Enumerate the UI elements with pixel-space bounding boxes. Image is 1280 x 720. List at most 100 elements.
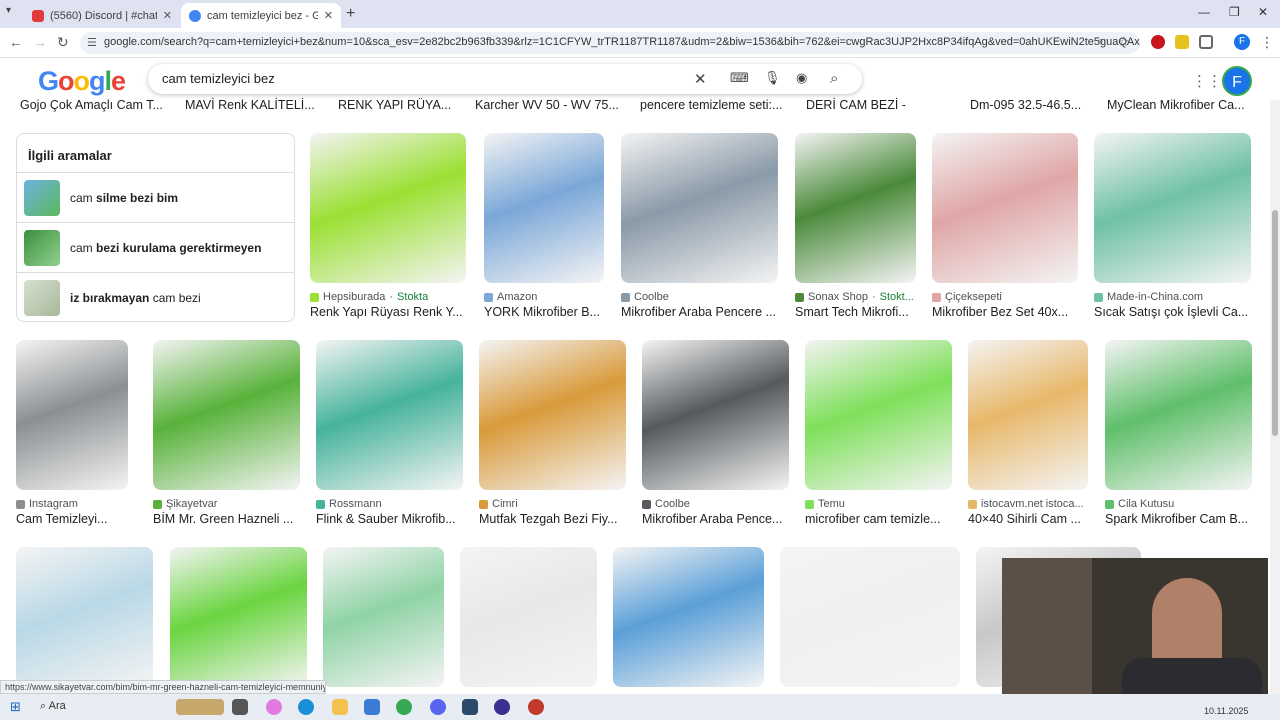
result-thumbnail[interactable] (805, 340, 952, 490)
result-title[interactable]: microfiber cam temizle... (805, 512, 940, 526)
windows-start-icon[interactable]: ⊞ (10, 699, 21, 715)
tab-google-search[interactable]: cam temizleyici bez - Google'da ✕ (181, 3, 341, 28)
result-source[interactable]: Made-in-China.com (1094, 291, 1203, 303)
result-title[interactable]: Mikrofiber Bez Set 40x... (932, 305, 1068, 319)
result-source[interactable]: Instagram (16, 498, 78, 510)
result-title[interactable]: 40×40 Sihirli Cam ... (968, 512, 1081, 526)
obs-icon[interactable] (494, 699, 510, 715)
result-thumbnail[interactable] (780, 547, 960, 687)
result-title[interactable]: Flink & Sauber Mikrofib... (316, 512, 456, 526)
result-thumbnail[interactable] (932, 133, 1078, 283)
copilot-icon[interactable] (266, 699, 282, 715)
result-title[interactable]: BİM Mr. Green Hazneli ... (153, 512, 293, 526)
result-thumbnail[interactable] (316, 340, 463, 490)
file-explorer-icon[interactable] (332, 699, 348, 715)
lens-camera-icon[interactable]: ◉ (796, 70, 807, 86)
result-title[interactable]: Sıcak Satışı çok İşlevli Ca... (1094, 305, 1248, 319)
image-title[interactable]: Dm-095 32.5-46.5... (970, 98, 1081, 112)
image-title[interactable]: DERİ CAM BEZİ - (806, 98, 906, 112)
extensions-puzzle-icon[interactable] (1199, 35, 1213, 49)
clear-search-icon[interactable]: ✕ (694, 70, 707, 88)
result-thumbnail[interactable] (170, 547, 307, 687)
result-thumbnail[interactable] (323, 547, 444, 687)
result-source[interactable]: Sonax Shop · Stokt... (795, 291, 914, 303)
bookmark-star-icon[interactable]: ☆ (1118, 34, 1130, 50)
result-thumbnail[interactable] (484, 133, 604, 283)
reload-icon[interactable]: ↻ (57, 34, 69, 51)
result-title[interactable]: Mutfak Tezgah Bezi Fiy... (479, 512, 617, 526)
result-title[interactable]: Cam Temizleyi... (16, 512, 107, 526)
image-title[interactable]: RENK YAPI RÜYA... (338, 98, 451, 112)
google-logo[interactable]: Google (38, 66, 126, 97)
tab-list-chevron-icon[interactable]: ▾ (6, 5, 11, 16)
result-thumbnail[interactable] (16, 340, 128, 490)
result-thumbnail[interactable] (310, 133, 466, 283)
tab-discord[interactable]: (5560) Discord | #chat | proje ✕ (24, 3, 180, 28)
result-source[interactable]: Amazon (484, 291, 537, 303)
window-close-icon[interactable]: ✕ (1258, 5, 1268, 19)
app-icon[interactable] (462, 699, 478, 715)
result-thumbnail[interactable] (613, 547, 764, 687)
related-search-item[interactable]: cam silme bezi bim (17, 172, 294, 222)
result-source[interactable]: istocavm.net istoca... (968, 498, 1084, 510)
minimize-icon[interactable]: — (1198, 5, 1210, 19)
app-red-icon[interactable] (528, 699, 544, 715)
restore-icon[interactable]: ❐ (1229, 5, 1240, 19)
result-title[interactable]: YORK Mikrofiber B... (484, 305, 600, 319)
url-bar[interactable]: ☰ google.com/search?q=cam+temizleyici+be… (80, 32, 1140, 54)
result-source[interactable]: Cila Kutusu (1105, 498, 1174, 510)
forward-arrow-icon[interactable]: → (33, 34, 47, 50)
site-info-icon[interactable]: ☰ (87, 36, 97, 49)
result-title[interactable]: Spark Mikrofiber Cam B... (1105, 512, 1248, 526)
result-thumbnail[interactable] (16, 547, 153, 687)
back-arrow-icon[interactable]: ← (9, 34, 23, 50)
result-source[interactable]: Çiçeksepeti (932, 291, 1002, 303)
result-thumbnail[interactable] (1105, 340, 1252, 490)
edge-icon[interactable] (298, 699, 314, 715)
result-thumbnail[interactable] (968, 340, 1088, 490)
result-title[interactable]: Mikrofiber Araba Pence... (642, 512, 782, 526)
zoom-icon[interactable]: ⌕ (1097, 34, 1104, 49)
image-title[interactable]: Gojo Çok Amaçlı Cam T... (20, 98, 163, 112)
result-source[interactable]: Rossmann (316, 498, 382, 510)
result-source[interactable]: Coolbe (642, 498, 690, 510)
discord-icon[interactable] (430, 699, 446, 715)
taskbar-widget-icon[interactable] (176, 699, 224, 715)
result-source[interactable]: Coolbe (621, 291, 669, 303)
new-tab-plus-icon[interactable]: + (346, 5, 355, 23)
chrome-icon[interactable] (396, 699, 412, 715)
image-title[interactable]: MyClean Mikrofiber Ca... (1107, 98, 1245, 112)
result-thumbnail[interactable] (1094, 133, 1251, 283)
result-title[interactable]: Smart Tech Mikrofi... (795, 305, 909, 319)
tab-close-icon[interactable]: ✕ (163, 9, 172, 22)
google-account-avatar[interactable]: F (1222, 66, 1252, 96)
result-thumbnail[interactable] (153, 340, 300, 490)
result-title[interactable]: Mikrofiber Araba Pencere ... (621, 305, 776, 319)
image-title[interactable]: pencere temizleme seti:... (640, 98, 782, 112)
result-title[interactable]: Renk Yapı Rüyası Renk Y... (310, 305, 463, 319)
image-title[interactable]: MAVİ Renk KALİTELİ... (185, 98, 315, 112)
result-source[interactable]: Temu (805, 498, 845, 510)
extension-yellow-icon[interactable] (1175, 35, 1189, 49)
extension-red-icon[interactable] (1151, 35, 1165, 49)
result-thumbnail[interactable] (460, 547, 597, 687)
browser-profile-avatar[interactable]: F (1234, 34, 1250, 50)
result-thumbnail[interactable] (642, 340, 789, 490)
result-thumbnail[interactable] (621, 133, 778, 283)
scrollbar-thumb[interactable] (1272, 210, 1278, 436)
browser-menu-icon[interactable]: ⋮ (1260, 34, 1274, 51)
search-box[interactable]: ✕ ⌨ 🎙 ◉ ⌕ (148, 64, 862, 94)
search-icon[interactable]: ⌕ (830, 70, 838, 87)
image-title[interactable]: Karcher WV 50 - WV 75... (475, 98, 619, 112)
keyboard-icon[interactable]: ⌨ (730, 70, 749, 86)
tab-close-icon[interactable]: ✕ (324, 9, 333, 22)
task-view-icon[interactable] (232, 699, 248, 715)
related-search-item[interactable]: iz bırakmayan cam bezi (17, 272, 294, 322)
related-search-item[interactable]: cam bezi kurulama gerektirmeyen (17, 222, 294, 272)
result-thumbnail[interactable] (479, 340, 626, 490)
result-source[interactable]: Şikayetvar (153, 498, 217, 510)
page-scrollbar[interactable] (1270, 100, 1280, 694)
taskbar-search[interactable]: ⌕ Ara (40, 700, 66, 713)
result-source[interactable]: Hepsiburada · Stokta (310, 291, 428, 303)
result-source[interactable]: Cimri (479, 498, 518, 510)
